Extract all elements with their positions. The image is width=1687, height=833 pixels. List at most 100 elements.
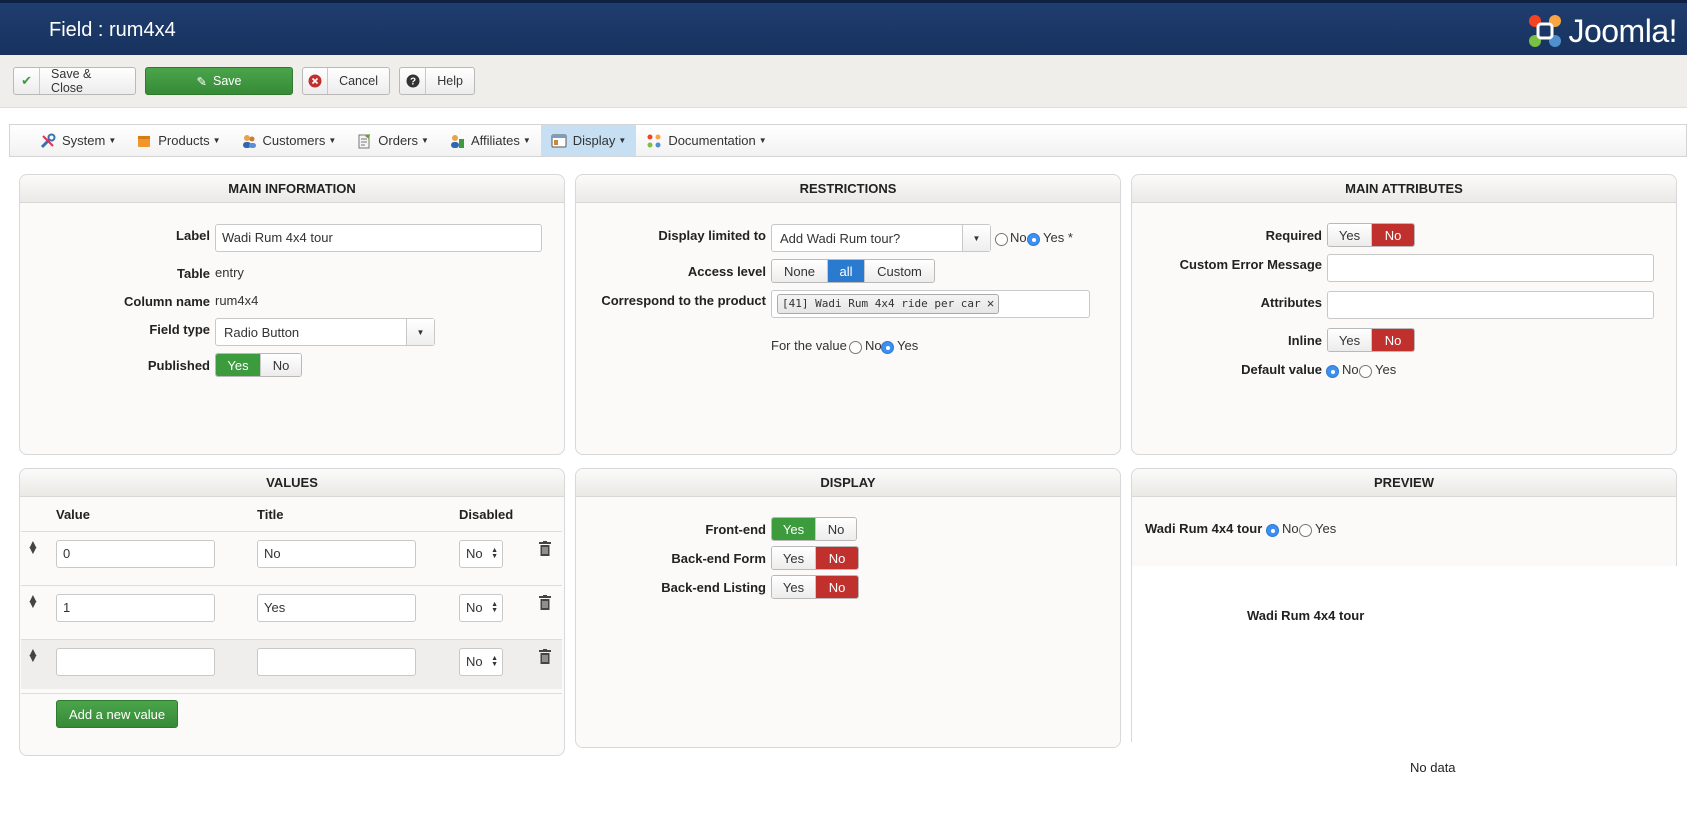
display-limited-no-radio[interactable] xyxy=(995,233,1008,246)
frontend-no[interactable]: No xyxy=(816,518,856,540)
published-yes[interactable]: Yes xyxy=(216,354,261,376)
access-none[interactable]: None xyxy=(772,260,828,282)
preview-divider xyxy=(1131,566,1132,742)
menu-orders[interactable]: Orders ▼ xyxy=(346,125,439,156)
disabled-select-row3[interactable]: No ▲ ▼ xyxy=(459,648,503,676)
menu-documentation[interactable]: Documentation ▼ xyxy=(636,125,776,156)
tools-icon xyxy=(40,133,56,148)
published-no[interactable]: No xyxy=(261,354,301,376)
box-icon xyxy=(138,135,151,147)
drag-handle-icon[interactable]: ▲ ▼ xyxy=(27,592,39,610)
save-button[interactable]: ✎ Save xyxy=(145,67,293,95)
default-yes-radio[interactable] xyxy=(1359,365,1372,378)
table-row-divider xyxy=(21,693,562,694)
field-type-select[interactable]: Radio Button ▼ xyxy=(215,318,435,346)
cancel-button[interactable]: Cancel xyxy=(302,67,390,95)
caret-down-icon: ▼ xyxy=(328,136,337,145)
drag-handle-icon[interactable]: ▲ ▼ xyxy=(27,646,39,664)
inline-yes[interactable]: Yes xyxy=(1328,329,1372,351)
backend-form-yes[interactable]: Yes xyxy=(772,547,816,569)
frontend-yes[interactable]: Yes xyxy=(772,518,816,540)
spinner-arrows-icon: ▲ ▼ xyxy=(491,601,498,614)
panel-title: MAIN ATTRIBUTES xyxy=(1132,175,1676,203)
svg-text:?: ? xyxy=(410,77,416,88)
required-no[interactable]: No xyxy=(1372,224,1414,246)
display-icon xyxy=(551,134,567,147)
access-all[interactable]: all xyxy=(828,260,865,282)
title-input-row1[interactable]: No xyxy=(257,540,416,568)
preview-yes-radio[interactable] xyxy=(1299,524,1312,537)
help-label: Help xyxy=(437,74,463,88)
value-input-row2[interactable]: 1 xyxy=(56,594,215,622)
correspond-product-input[interactable]: [41] Wadi Rum 4x4 ride per car × xyxy=(771,290,1090,318)
custom-error-label: Custom Error Message xyxy=(1179,257,1322,272)
menu-products[interactable]: Products ▼ xyxy=(126,125,230,156)
panel-title: VALUES xyxy=(20,469,564,497)
menu-display[interactable]: Display ▼ xyxy=(540,125,637,156)
caret-down-icon: ▼ xyxy=(421,136,429,145)
frontend-label: Front-end xyxy=(705,522,766,537)
inline-no[interactable]: No xyxy=(1372,329,1414,351)
disabled-select-row1[interactable]: No ▲ ▼ xyxy=(459,540,503,568)
menu-customers[interactable]: Customers ▼ xyxy=(231,125,347,156)
save-close-label: Save & Close xyxy=(51,67,92,95)
default-value-label: Default value xyxy=(1241,362,1322,377)
remove-tag-icon[interactable]: × xyxy=(987,295,995,313)
trash-icon[interactable] xyxy=(539,595,551,610)
no-data-text: No data xyxy=(1410,760,1456,775)
display-limited-select[interactable]: Add Wadi Rum tour? ▼ xyxy=(771,224,991,252)
backend-form-no[interactable]: No xyxy=(816,547,858,569)
attributes-input[interactable] xyxy=(1327,291,1654,319)
label-input[interactable]: Wadi Rum 4x4 tour xyxy=(215,224,542,252)
value-input-row3[interactable] xyxy=(56,648,215,676)
backend-listing-toggle: Yes No xyxy=(771,575,859,599)
preview-yes-label: Yes xyxy=(1315,521,1337,536)
title-input-row3[interactable] xyxy=(257,648,416,676)
value-input-row1[interactable]: 0 xyxy=(56,540,215,568)
label-field-label: Label xyxy=(176,228,210,243)
drag-handle-icon[interactable]: ▲ ▼ xyxy=(27,538,39,556)
caret-down-icon: ▼ xyxy=(618,136,627,145)
for-value-no-label: No xyxy=(865,338,882,353)
for-value-yes-radio[interactable] xyxy=(881,341,894,354)
disabled-value: No xyxy=(466,654,483,669)
access-custom[interactable]: Custom xyxy=(865,260,934,282)
disabled-select-row2[interactable]: No ▲ ▼ xyxy=(459,594,503,622)
documentation-icon xyxy=(647,134,661,147)
panel-title: DISPLAY xyxy=(576,469,1120,497)
required-yes[interactable]: Yes xyxy=(1328,224,1372,246)
caret-down-icon: ▼ xyxy=(108,136,117,145)
published-label: Published xyxy=(147,358,210,373)
backend-listing-no[interactable]: No xyxy=(816,576,858,598)
frontend-toggle: Yes No xyxy=(771,517,857,541)
correspond-product-label: Correspond to the product xyxy=(601,293,766,308)
trash-icon[interactable] xyxy=(539,541,551,556)
preview-no-radio[interactable] xyxy=(1266,524,1279,537)
display-limited-value: Add Wadi Rum tour? xyxy=(780,231,901,246)
title-input-row2[interactable]: Yes xyxy=(257,594,416,622)
field-type-value: Radio Button xyxy=(224,325,300,340)
menu-system[interactable]: System ▼ xyxy=(30,125,126,156)
display-limited-yes-radio[interactable] xyxy=(1027,233,1040,246)
save-close-button[interactable]: ✔ Save & Close xyxy=(13,67,136,95)
admin-header: Field : rum4x4 Joomla! xyxy=(0,0,1687,55)
default-no-radio[interactable] xyxy=(1326,365,1339,378)
backend-listing-yes[interactable]: Yes xyxy=(772,576,816,598)
page-title: Field : rum4x4 xyxy=(49,19,176,41)
add-new-value-button[interactable]: Add a new value xyxy=(56,700,178,728)
display-limited-yes-label: Yes * xyxy=(1043,230,1073,245)
cancel-label: Cancel xyxy=(339,74,378,88)
menu-affiliates[interactable]: Affiliates ▼ xyxy=(439,125,541,156)
caret-down-icon: ▼ xyxy=(212,136,221,145)
access-level-toggle: None all Custom xyxy=(771,259,935,283)
menu-products-label: Products xyxy=(158,133,210,148)
help-button[interactable]: ? Help xyxy=(399,67,475,95)
backend-form-label: Back-end Form xyxy=(671,551,766,566)
for-value-no-radio[interactable] xyxy=(849,341,862,354)
custom-error-input[interactable] xyxy=(1327,254,1654,282)
trash-icon[interactable] xyxy=(539,649,551,664)
joomla-logo[interactable]: Joomla! xyxy=(1526,11,1677,51)
display-limited-no-label: No xyxy=(1010,230,1027,245)
panel-title: RESTRICTIONS xyxy=(576,175,1120,203)
product-tag-label: [41] Wadi Rum 4x4 ride per car xyxy=(782,297,981,310)
